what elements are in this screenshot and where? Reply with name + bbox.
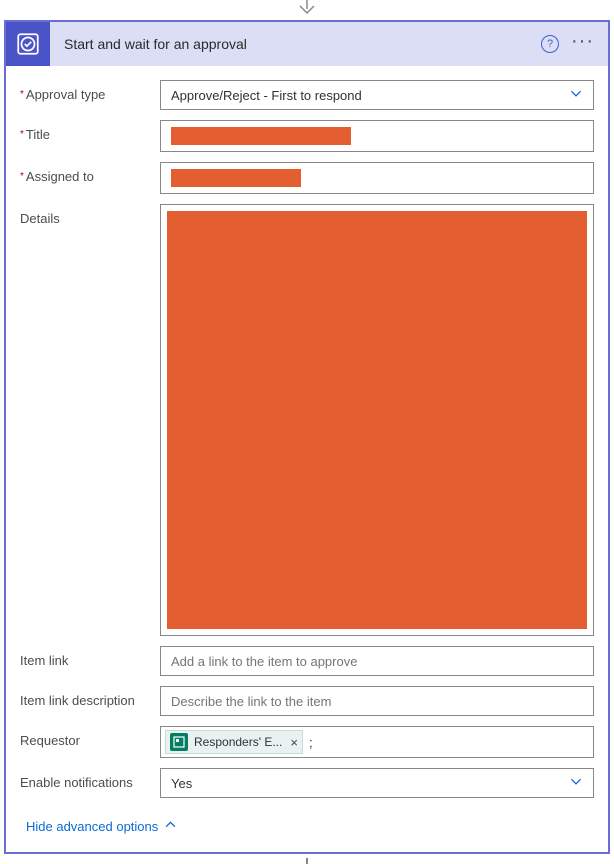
redacted-assigned-to-value <box>171 169 301 187</box>
approval-type-row: Approval type Approve/Reject - First to … <box>20 80 594 110</box>
approval-type-value: Approve/Reject - First to respond <box>171 88 362 103</box>
details-input[interactable] <box>160 204 594 636</box>
title-input[interactable] <box>160 120 594 152</box>
approval-action-card: Start and wait for an approval ? ··· App… <box>4 20 610 854</box>
requestor-label: Requestor <box>20 726 160 748</box>
hide-advanced-options-link[interactable]: Hide advanced options <box>26 818 177 834</box>
item-link-desc-input[interactable] <box>160 686 594 716</box>
token-text: Responders' E... <box>194 735 282 749</box>
chevron-down-icon <box>569 87 583 104</box>
card-body: Approval type Approve/Reject - First to … <box>6 66 608 852</box>
item-link-input[interactable] <box>160 646 594 676</box>
token-separator: ; <box>309 735 313 750</box>
hide-advanced-text: Hide advanced options <box>26 819 158 834</box>
more-menu-icon[interactable]: ··· <box>569 30 602 59</box>
card-title: Start and wait for an approval <box>50 36 541 52</box>
redacted-title-value <box>171 127 351 145</box>
details-label: Details <box>20 204 160 226</box>
bottom-connector <box>0 858 614 864</box>
top-connector-arrow <box>0 0 614 16</box>
chevron-up-icon <box>158 818 177 834</box>
chevron-down-icon <box>569 775 583 792</box>
item-link-field[interactable] <box>171 654 583 669</box>
item-link-desc-label: Item link description <box>20 686 160 708</box>
requestor-row: Requestor Responders' E... × ; <box>20 726 594 758</box>
enable-notifications-select[interactable]: Yes <box>160 768 594 798</box>
redacted-details-value <box>167 211 587 629</box>
requestor-input[interactable]: Responders' E... × ; <box>160 726 594 758</box>
assigned-to-input[interactable] <box>160 162 594 194</box>
item-link-row: Item link <box>20 646 594 676</box>
enable-notifications-label: Enable notifications <box>20 768 160 790</box>
details-row: Details <box>20 204 594 636</box>
approval-icon <box>6 22 50 66</box>
assigned-to-label: Assigned to <box>20 162 160 184</box>
item-link-desc-field[interactable] <box>171 694 583 709</box>
enable-notifications-row: Enable notifications Yes <box>20 768 594 798</box>
token-remove-icon[interactable]: × <box>290 735 298 750</box>
approval-type-select[interactable]: Approve/Reject - First to respond <box>160 80 594 110</box>
forms-icon <box>170 733 188 751</box>
responders-email-token[interactable]: Responders' E... × <box>165 730 303 754</box>
help-icon[interactable]: ? <box>541 35 559 53</box>
enable-notifications-value: Yes <box>171 776 192 791</box>
approval-type-label: Approval type <box>20 80 160 102</box>
item-link-desc-row: Item link description <box>20 686 594 716</box>
title-row: Title <box>20 120 594 152</box>
card-header[interactable]: Start and wait for an approval ? ··· <box>6 22 608 66</box>
assigned-to-row: Assigned to <box>20 162 594 194</box>
item-link-label: Item link <box>20 646 160 668</box>
title-label: Title <box>20 120 160 142</box>
